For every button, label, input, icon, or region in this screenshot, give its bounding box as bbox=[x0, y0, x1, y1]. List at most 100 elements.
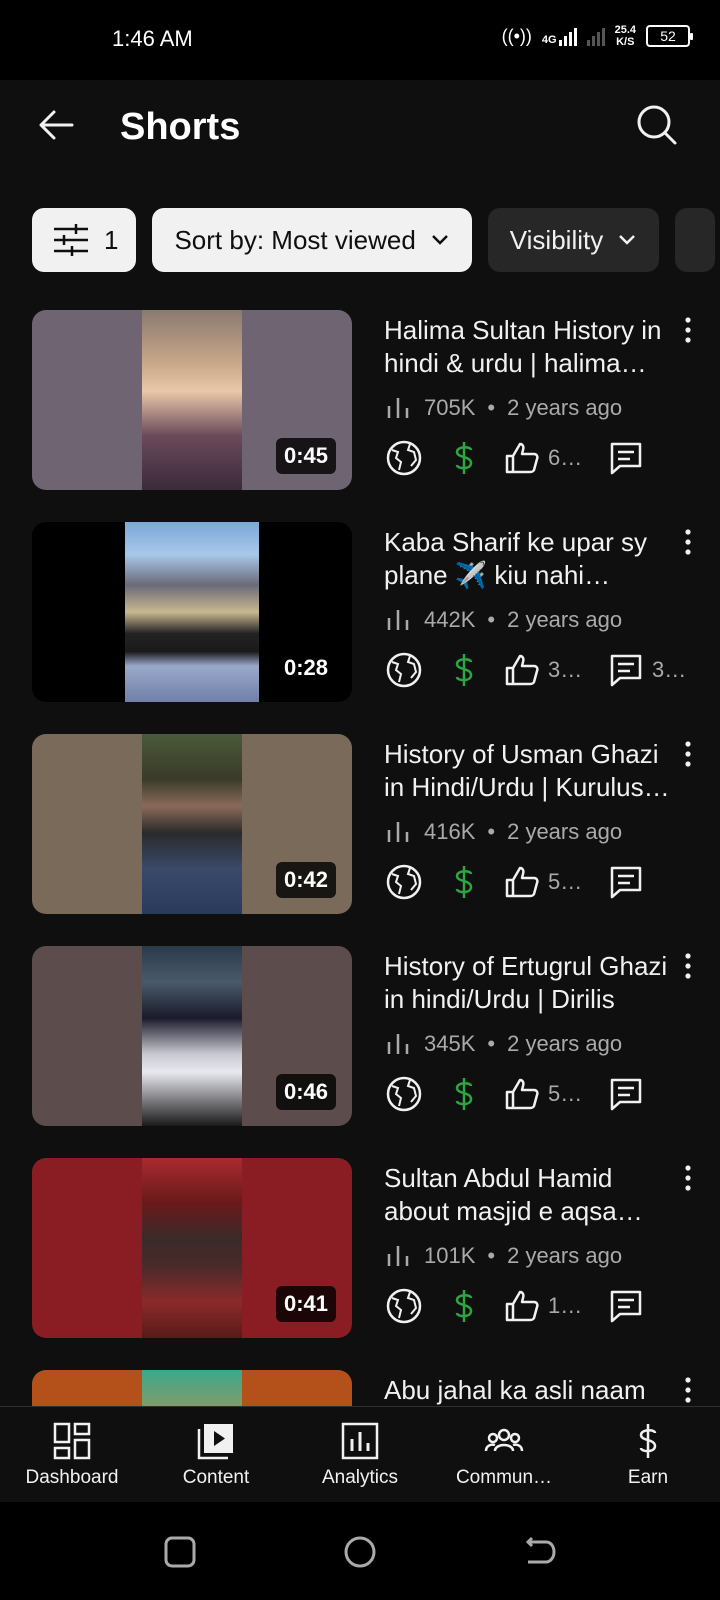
video-row[interactable]: 0:45 Halima Sultan History in hindi & ur… bbox=[0, 310, 720, 522]
duration-badge: 0:45 bbox=[275, 438, 336, 474]
more-vert-icon[interactable] bbox=[680, 528, 696, 558]
community-icon bbox=[484, 1428, 524, 1452]
nav-label: Dashboard bbox=[25, 1467, 119, 1488]
like-count: 3… bbox=[548, 657, 583, 682]
chevron-down-icon bbox=[431, 235, 448, 245]
comment-stat: 3… bbox=[606, 650, 686, 690]
nav-content[interactable]: Content bbox=[144, 1407, 288, 1502]
chevron-down-icon bbox=[619, 235, 636, 245]
like-stat: 6… bbox=[502, 438, 606, 478]
filter-button[interactable]: 1 bbox=[32, 208, 137, 272]
thumbs-up-icon bbox=[505, 1078, 539, 1110]
sliders-icon bbox=[54, 224, 88, 256]
video-row[interactable]: Abu jahal ka asli naam bbox=[0, 1370, 720, 1406]
back-nav-icon[interactable] bbox=[520, 1532, 560, 1572]
like-stat: 5… bbox=[502, 862, 606, 902]
comment-count: 3… bbox=[652, 657, 687, 682]
thumbnail-image bbox=[142, 946, 242, 1126]
video-meta: 705K • 2 years ago bbox=[384, 394, 622, 422]
signal-strength-2-icon bbox=[586, 26, 605, 46]
more-vert-icon[interactable] bbox=[680, 1376, 696, 1406]
video-metrics: 5… bbox=[384, 862, 652, 902]
back-button[interactable] bbox=[34, 102, 80, 148]
like-count: 6… bbox=[548, 445, 583, 470]
nav-community[interactable]: Commun… bbox=[432, 1407, 576, 1502]
video-thumbnail[interactable] bbox=[32, 1370, 352, 1406]
published-age: 2 years ago bbox=[507, 395, 623, 420]
comment-stat bbox=[606, 1074, 652, 1114]
speed-unit: K/S bbox=[616, 36, 635, 48]
search-icon bbox=[637, 105, 677, 145]
like-count: 1… bbox=[548, 1293, 583, 1318]
page-title: Shorts bbox=[120, 106, 241, 148]
video-row[interactable]: 0:42 History of Usman Ghazi in Hindi/Urd… bbox=[0, 734, 720, 946]
nav-earn[interactable]: Earn bbox=[576, 1407, 720, 1502]
duration-badge: 0:42 bbox=[275, 862, 336, 898]
dollar-icon bbox=[455, 866, 473, 898]
video-thumbnail[interactable]: 0:41 bbox=[32, 1158, 352, 1338]
video-thumbnail[interactable]: 0:45 bbox=[32, 310, 352, 490]
meta-separator: • bbox=[487, 607, 496, 632]
video-thumbnail[interactable]: 0:28 bbox=[32, 522, 352, 702]
video-title[interactable]: Sultan Abdul Hamid about masjid e aqsa h… bbox=[384, 1162, 674, 1228]
video-meta: 101K • 2 years ago bbox=[384, 1242, 622, 1270]
video-title[interactable]: Halima Sultan History in hindi & urdu | … bbox=[384, 314, 674, 380]
duration-badge: 0:46 bbox=[275, 1074, 336, 1110]
dollar-icon bbox=[455, 442, 473, 474]
visibility-dropdown[interactable]: Visibility bbox=[487, 208, 660, 272]
like-stat: 5… bbox=[502, 1074, 606, 1114]
thumbnail-image bbox=[142, 734, 242, 914]
analytics-icon bbox=[341, 1422, 379, 1460]
meta-separator: • bbox=[487, 395, 496, 420]
like-stat: 3… bbox=[502, 650, 606, 690]
video-title[interactable]: History of Usman Ghazi in Hindi/Urdu | K… bbox=[384, 738, 674, 804]
comment-icon bbox=[610, 1078, 642, 1111]
sort-label: Sort by: Most viewed bbox=[174, 224, 416, 255]
video-row[interactable]: 0:41 Sultan Abdul Hamid about masjid e a… bbox=[0, 1158, 720, 1370]
nav-dashboard[interactable]: Dashboard bbox=[0, 1407, 144, 1502]
thumbs-up-icon bbox=[505, 442, 539, 474]
published-age: 2 years ago bbox=[507, 819, 623, 844]
dollar-icon bbox=[455, 1290, 473, 1322]
sort-dropdown[interactable]: Sort by: Most viewed bbox=[152, 208, 472, 272]
video-thumbnail[interactable]: 0:42 bbox=[32, 734, 352, 914]
video-row[interactable]: 0:28 Kaba Sharif ke upar sy plane ✈️ kiu… bbox=[0, 522, 720, 734]
bar-chart-icon bbox=[387, 1246, 409, 1266]
like-count: 5… bbox=[548, 1081, 583, 1106]
comment-icon bbox=[610, 442, 642, 475]
video-meta: 345K • 2 years ago bbox=[384, 1030, 622, 1058]
like-stat: 1… bbox=[502, 1286, 606, 1326]
home-icon[interactable] bbox=[340, 1532, 380, 1572]
dollar-icon bbox=[455, 654, 473, 686]
like-count: 5… bbox=[548, 869, 583, 894]
comment-icon bbox=[610, 1290, 642, 1323]
video-row[interactable]: 0:46 History of Ertugrul Ghazi in hindi/… bbox=[0, 946, 720, 1158]
video-title[interactable]: Abu jahal ka asli naam bbox=[384, 1374, 674, 1406]
app-header: Shorts bbox=[0, 80, 720, 180]
more-vert-icon[interactable] bbox=[680, 952, 696, 982]
bottom-navigation: Dashboard Content Analytics Commun… Earn bbox=[0, 1406, 720, 1502]
thumbs-up-icon bbox=[505, 654, 539, 686]
video-title[interactable]: History of Ertugrul Ghazi in hindi/Urdu … bbox=[384, 950, 674, 1016]
comment-stat bbox=[606, 438, 652, 478]
globe-icon bbox=[386, 1288, 422, 1324]
nav-analytics[interactable]: Analytics bbox=[288, 1407, 432, 1502]
video-metrics: 5… bbox=[384, 1074, 652, 1114]
globe-icon bbox=[386, 1076, 422, 1112]
video-metrics: 3… 3… bbox=[384, 650, 686, 690]
search-button[interactable] bbox=[634, 102, 680, 148]
published-age: 2 years ago bbox=[507, 1031, 623, 1056]
more-vert-icon[interactable] bbox=[680, 740, 696, 770]
video-thumbnail[interactable]: 0:46 bbox=[32, 946, 352, 1126]
nav-label: Analytics bbox=[321, 1467, 399, 1488]
bar-chart-icon bbox=[387, 822, 409, 842]
view-count: 101K bbox=[424, 1243, 476, 1268]
video-title[interactable]: Kaba Sharif ke upar sy plane ✈️ kiu nahi… bbox=[384, 526, 674, 592]
recents-icon[interactable] bbox=[160, 1532, 200, 1572]
more-filters-chip[interactable] bbox=[675, 208, 716, 272]
more-vert-icon[interactable] bbox=[680, 1164, 696, 1194]
meta-separator: • bbox=[487, 1243, 496, 1268]
more-vert-icon[interactable] bbox=[680, 316, 696, 346]
status-icons: ((•)) 4G 25.4 K/S 52 bbox=[502, 24, 693, 48]
comment-stat bbox=[606, 862, 652, 902]
